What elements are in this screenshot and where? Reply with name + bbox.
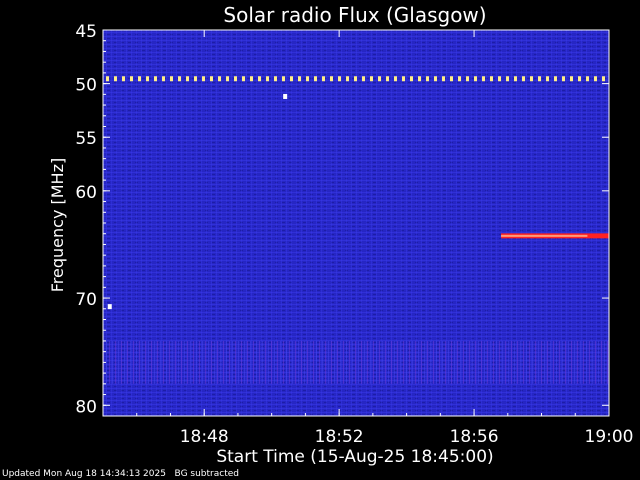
- persistent-line-dot: [498, 76, 501, 82]
- persistent-line-dot: [378, 76, 381, 82]
- persistent-line-dot: [450, 76, 453, 82]
- persistent-line-dot: [314, 76, 317, 82]
- persistent-line-dot: [426, 76, 429, 82]
- chart-canvas: 45 50 55 60 70 80 18:48 18:52 18:56 19:00 Solar r…: [48, 3, 634, 467]
- persistent-line-dot: [594, 76, 597, 82]
- persistent-line-dot: [402, 76, 405, 82]
- persistent-line-dot: [274, 76, 277, 82]
- persistent-line-dot: [346, 76, 349, 82]
- persistent-line-dot: [114, 76, 117, 82]
- persistent-line-dot: [250, 76, 253, 82]
- persistent-line-dot: [210, 76, 213, 82]
- persistent-line-dot: [458, 76, 461, 82]
- persistent-line-dot: [282, 76, 285, 82]
- persistent-line-dot: [546, 76, 549, 82]
- persistent-line-dot: [106, 76, 109, 82]
- persistent-line-dot: [234, 76, 237, 82]
- persistent-line-dot: [602, 76, 605, 82]
- plot-area: [103, 30, 609, 416]
- persistent-line-dot: [338, 76, 341, 82]
- persistent-line-dot: [418, 76, 421, 82]
- persistent-line-dot: [354, 76, 357, 82]
- persistent-line-dot: [290, 76, 293, 82]
- persistent-line-dot: [466, 76, 469, 82]
- y-tick-label: 50: [75, 76, 97, 96]
- persistent-line-dot: [442, 76, 445, 82]
- persistent-line-dot: [474, 76, 477, 82]
- persistent-line-dot: [218, 76, 221, 82]
- persistent-line-dot: [482, 76, 485, 82]
- y-tick-label: 70: [75, 290, 97, 310]
- persistent-line-dot: [514, 76, 517, 82]
- persistent-line-dot: [434, 76, 437, 82]
- persistent-line-dot: [162, 76, 165, 82]
- persistent-line-dot: [410, 76, 413, 82]
- x-tick-label: 18:48: [180, 427, 229, 447]
- persistent-line-dot: [578, 76, 581, 82]
- persistent-line-dot: [330, 76, 333, 82]
- persistent-line-dot: [298, 76, 301, 82]
- persistent-line-dot: [522, 76, 525, 82]
- persistent-line-dot: [138, 76, 141, 82]
- footer-note: BG subtracted: [174, 469, 239, 479]
- chart-title: Solar radio Flux (Glasgow): [223, 3, 486, 27]
- y-tick-label: 80: [75, 397, 97, 417]
- persistent-line-dot: [490, 76, 493, 82]
- persistent-line-dot: [530, 76, 533, 82]
- y-tick-label: 60: [75, 183, 97, 203]
- persistent-line-dot: [154, 76, 157, 82]
- persistent-line-dot: [146, 76, 149, 82]
- persistent-line-dot: [194, 76, 197, 82]
- persistent-line: [106, 76, 605, 82]
- persistent-line-dot: [122, 76, 125, 82]
- persistent-line-dot: [362, 76, 365, 82]
- bright-point: [107, 304, 112, 310]
- y-tick-label: 55: [75, 129, 97, 149]
- bright-point: [283, 93, 288, 99]
- persistent-line-dot: [586, 76, 589, 82]
- persistent-line-dot: [306, 76, 309, 82]
- footer: Updated Mon Aug 18 14:34:13 2025 BG subt…: [2, 469, 239, 479]
- x-tick-label: 19:00: [585, 427, 634, 447]
- x-tick-label: 18:56: [450, 427, 499, 447]
- persistent-line-dot: [506, 76, 509, 82]
- persistent-line-dot: [202, 76, 205, 82]
- persistent-line-dot: [258, 76, 261, 82]
- persistent-line-dot: [170, 76, 173, 82]
- y-axis-label: Frequency [MHz]: [48, 158, 67, 292]
- persistent-line-dot: [178, 76, 181, 82]
- persistent-line-dot: [538, 76, 541, 82]
- persistent-line-dot: [266, 76, 269, 82]
- persistent-line-dot: [370, 76, 373, 82]
- persistent-line-dot: [242, 76, 245, 82]
- x-axis-label: Start Time (15-Aug-25 18:45:00): [216, 447, 493, 467]
- x-tick-label: 18:52: [315, 427, 364, 447]
- persistent-line-dot: [322, 76, 325, 82]
- persistent-line-dot: [186, 76, 189, 82]
- y-tick-label: 45: [75, 22, 97, 42]
- persistent-line-dot: [570, 76, 573, 82]
- footer-updated: Updated Mon Aug 18 14:34:13 2025: [2, 469, 166, 479]
- persistent-line-dot: [386, 76, 389, 82]
- persistent-line-dot: [562, 76, 565, 82]
- persistent-line-dot: [394, 76, 397, 82]
- persistent-line-dot: [554, 76, 557, 82]
- persistent-line-dot: [130, 76, 133, 82]
- persistent-line-dot: [226, 76, 229, 82]
- burst-core: [501, 234, 588, 237]
- rfi-band: [103, 340, 609, 384]
